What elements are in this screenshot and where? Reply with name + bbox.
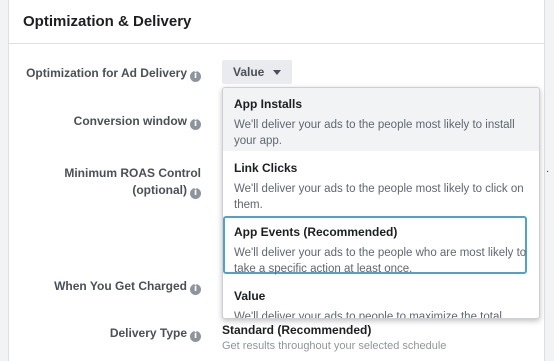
roas-label: Minimum ROAS Control bbox=[64, 166, 201, 180]
option-app-events[interactable]: App Events (Recommended) We'll deliver y… bbox=[223, 216, 539, 276]
option-description: We'll deliver your ads to the people who… bbox=[234, 247, 527, 275]
option-title: App Installs bbox=[234, 97, 303, 111]
delivery-type-label-row: Delivery Type i bbox=[110, 325, 201, 342]
option-description: We'll deliver your ads to people to maxi… bbox=[234, 311, 502, 319]
info-icon[interactable]: i bbox=[190, 331, 201, 342]
option-description: We'll deliver your ads to the people mos… bbox=[234, 183, 524, 211]
option-title: Link Clicks bbox=[234, 161, 298, 175]
option-title: Value bbox=[234, 289, 266, 303]
caret-down-icon bbox=[273, 70, 281, 75]
option-link-clicks[interactable]: Link Clicks We'll deliver your ads to th… bbox=[223, 152, 539, 212]
optimization-select[interactable]: Value bbox=[222, 60, 292, 84]
delivery-type-value[interactable]: Standard (Recommended) bbox=[222, 323, 371, 337]
option-title: App Events (Recommended) bbox=[234, 225, 398, 239]
cursor-mark: · bbox=[546, 166, 550, 177]
delivery-type-label: Delivery Type bbox=[109, 326, 187, 340]
optimization-delivery-panel: Optimization & Delivery Optimization for… bbox=[8, 0, 545, 361]
roas-label-row: Minimum ROAS Control (optional) i bbox=[64, 165, 201, 199]
optimization-dropdown-menu: App Installs We'll deliver your ads to t… bbox=[222, 87, 540, 319]
conversion-window-label: Conversion window bbox=[73, 114, 187, 128]
conversion-label-row: Conversion window i bbox=[74, 113, 201, 130]
charged-label-row: When You Get Charged i bbox=[54, 278, 201, 295]
info-icon[interactable]: i bbox=[190, 188, 201, 199]
roas-optional-label: (optional) bbox=[132, 183, 187, 197]
delivery-type-subtext: Get results throughout your selected sch… bbox=[222, 340, 447, 352]
optimization-label: Optimization for Ad Delivery bbox=[26, 66, 187, 80]
info-icon[interactable]: i bbox=[190, 284, 201, 295]
select-value: Value bbox=[233, 65, 265, 79]
option-app-installs[interactable]: App Installs We'll deliver your ads to t… bbox=[223, 88, 539, 151]
info-icon[interactable]: i bbox=[190, 71, 201, 82]
option-value[interactable]: Value We'll deliver your ads to people t… bbox=[223, 280, 539, 319]
optimization-label-row: Optimization for Ad Delivery i bbox=[26, 65, 201, 82]
panel-header: Optimization & Delivery bbox=[9, 0, 544, 44]
info-icon[interactable]: i bbox=[190, 119, 201, 130]
option-description: We'll deliver your ads to the people mos… bbox=[234, 119, 515, 147]
panel-title: Optimization & Delivery bbox=[23, 13, 192, 30]
when-charged-label: When You Get Charged bbox=[54, 279, 187, 293]
